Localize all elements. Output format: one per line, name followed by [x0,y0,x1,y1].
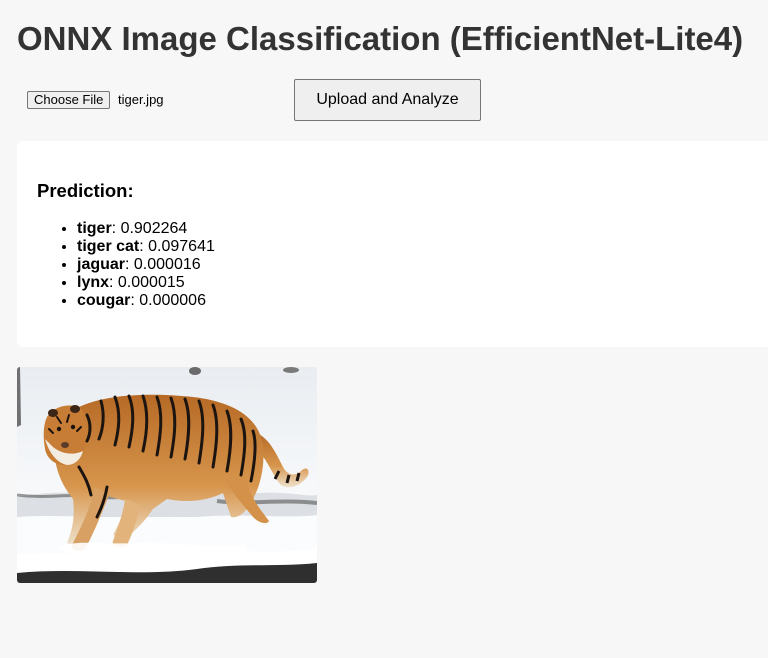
prediction-label: jaguar [77,256,126,273]
upload-and-analyze-button[interactable]: Upload and Analyze [294,79,481,121]
prediction-label: cougar [77,292,131,309]
prediction-list: tiger: 0.902264 tiger cat: 0.097641 jagu… [37,220,215,310]
uploaded-tiger-image [17,367,317,583]
prediction-label: lynx [77,274,110,291]
upload-form: Choose File tiger.jpg Upload and Analyze [27,79,487,121]
prediction-item: jaguar: 0.000016 [77,256,215,274]
prediction-score: 0.000015 [117,274,185,291]
prediction-label: tiger [77,220,112,237]
prediction-heading: Prediction: [37,180,134,201]
selected-file-name: tiger.jpg [118,92,164,107]
prediction-result-card: Prediction: tiger: 0.902264 tiger cat: 0… [17,141,768,347]
prediction-score: 0.000016 [133,256,201,273]
prediction-item: lynx: 0.000015 [77,274,215,292]
prediction-item: tiger: 0.902264 [77,220,215,238]
prediction-item: cougar: 0.000006 [77,292,215,310]
page-title: ONNX Image Classification (EfficientNet-… [17,20,744,57]
prediction-score: 0.902264 [120,220,188,237]
prediction-score: 0.097641 [148,238,215,255]
prediction-item: tiger cat: 0.097641 [77,238,215,256]
prediction-score: 0.000006 [139,292,206,309]
prediction-label: tiger cat [77,238,140,255]
choose-file-button[interactable]: Choose File [27,91,111,109]
